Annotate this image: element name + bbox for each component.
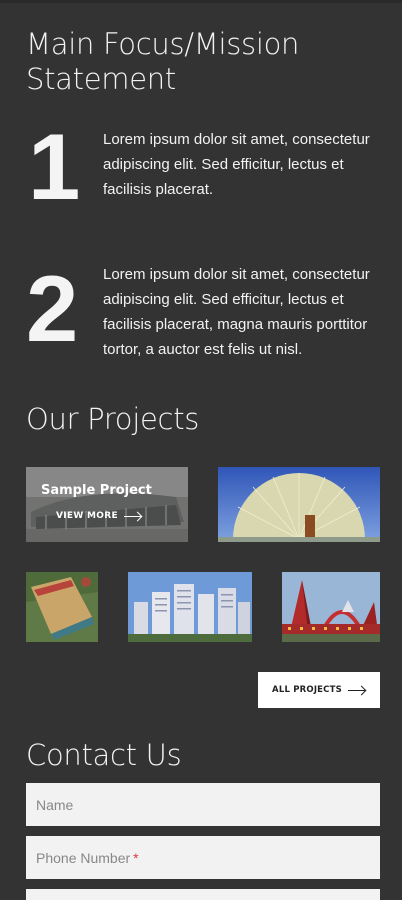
arrow-right-icon (123, 512, 142, 520)
top-edge (0, 0, 402, 3)
mission-item-1: 1 Lorem ipsum dolor sit amet, consectetu… (26, 118, 376, 228)
name-placeholder: Name (36, 796, 74, 813)
project-image-city (128, 572, 252, 642)
required-marker: * (133, 849, 139, 866)
mission-number-1: 1 (28, 114, 81, 219)
featured-project-title: Sample Project (41, 483, 152, 498)
project-image-aerial (26, 572, 98, 642)
contact-title: Contact Us (26, 738, 182, 772)
phone-field[interactable]: Phone Number * (26, 836, 380, 879)
project-image-dome (218, 467, 380, 542)
mission-text-2: Lorem ipsum dolor sit amet, consectetur … (103, 266, 370, 358)
featured-project-overlay (26, 467, 188, 542)
phone-placeholder: Phone Number (36, 849, 131, 866)
mission-item-2: 2 Lorem ipsum dolor sit amet, consectetu… (26, 262, 376, 372)
all-projects-label: ALL PROJECTS (272, 685, 342, 695)
all-projects-button[interactable]: ALL PROJECTS (258, 672, 380, 708)
project-thumb-dome[interactable] (218, 467, 380, 542)
project-thumb-city[interactable] (128, 572, 252, 642)
mission-title-line2: Statement (26, 62, 176, 96)
arrow-right-icon (347, 686, 366, 694)
mission-title-line1: Main Focus/Mission (26, 27, 300, 61)
project-image-arch (282, 572, 380, 642)
view-more-label: VIEW MORE (56, 511, 118, 521)
next-field[interactable] (26, 889, 380, 900)
project-thumb-aerial[interactable] (26, 572, 98, 642)
mission-title: Main Focus/Mission Statement (26, 27, 299, 97)
featured-project-card[interactable]: Sample Project VIEW MORE (26, 467, 188, 542)
mission-text-1: Lorem ipsum dolor sit amet, consectetur … (103, 131, 370, 198)
project-thumb-arch[interactable] (282, 572, 380, 642)
name-field[interactable]: Name (26, 783, 380, 826)
view-more-link[interactable]: VIEW MORE (56, 511, 142, 521)
projects-title: Our Projects (26, 402, 200, 436)
mission-number-2: 2 (26, 256, 79, 361)
